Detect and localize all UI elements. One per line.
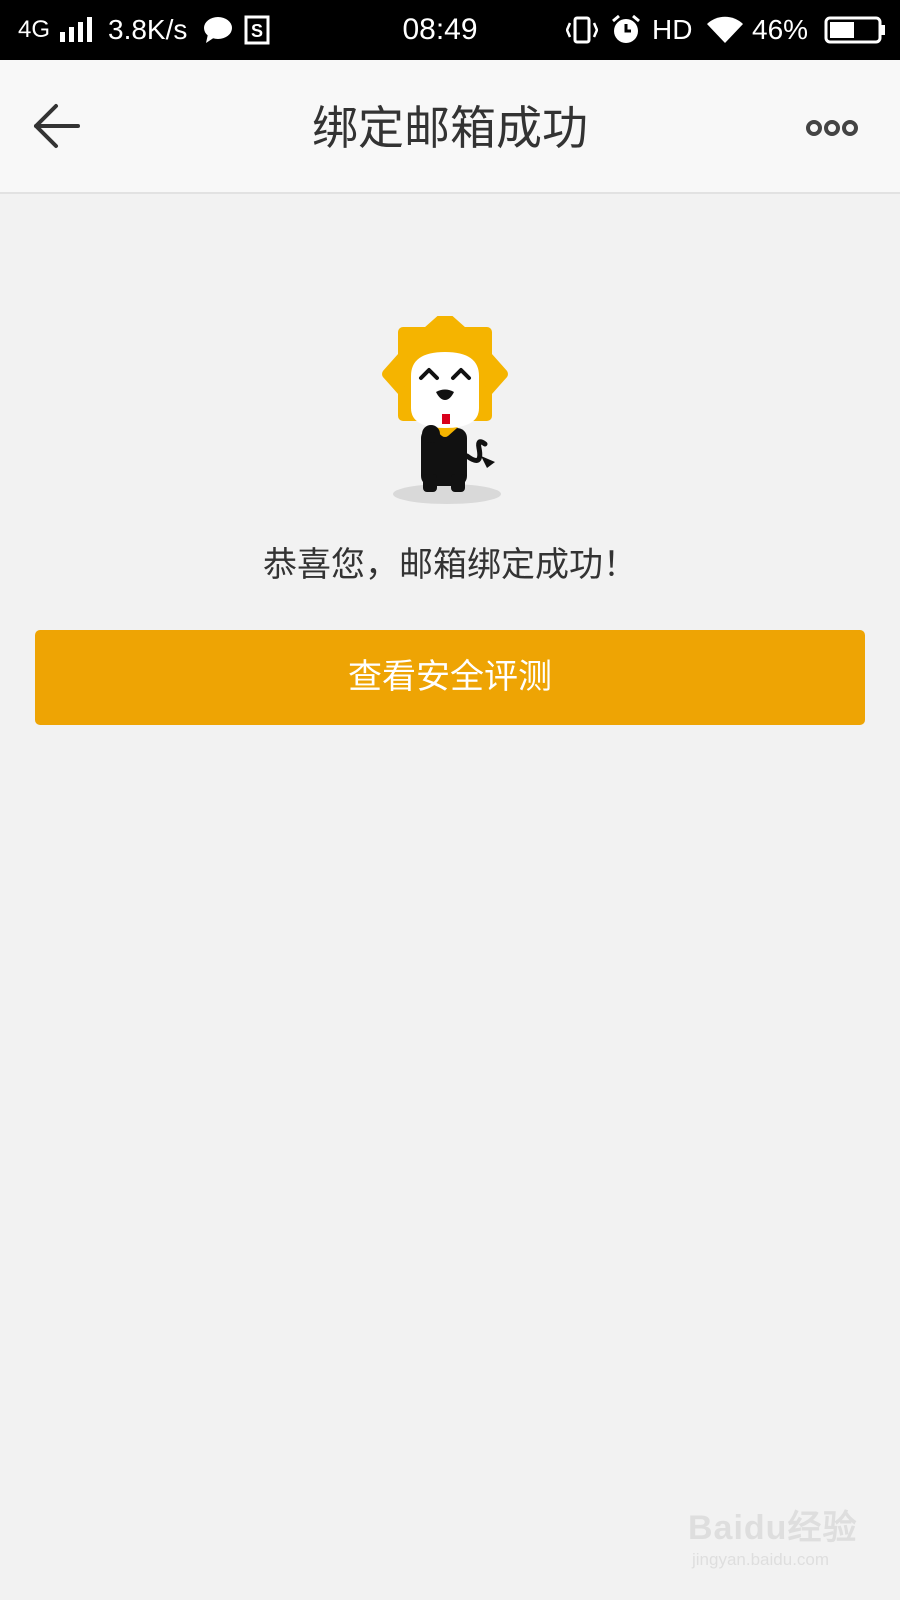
- page-title: 绑定邮箱成功: [312, 101, 588, 155]
- wifi-icon: [706, 0, 744, 60]
- more-icon: [806, 120, 858, 136]
- status-bar: 4G 3.8K/s S 08:49 HD 46%: [0, 0, 900, 60]
- view-security-assessment-button[interactable]: 查看安全评测: [35, 630, 865, 725]
- more-button[interactable]: [806, 114, 858, 142]
- nav-bar: 绑定邮箱成功: [0, 60, 900, 194]
- clock: 08:49: [402, 13, 478, 46]
- battery-icon: [824, 0, 886, 60]
- lion-mascot-image: [375, 311, 525, 506]
- vibrate-icon: [566, 0, 598, 60]
- success-message: 恭喜您，邮箱绑定成功！: [263, 545, 637, 585]
- baidu-jingyan-watermark: Baidu经验 jingyan.baidu.com: [688, 1500, 868, 1580]
- hd-indicator: HD: [652, 14, 693, 45]
- alarm-icon: [610, 0, 642, 60]
- back-arrow-icon: [34, 104, 80, 148]
- watermark-url: jingyan.baidu.com: [692, 1550, 830, 1569]
- watermark-brand: Baidu经验: [688, 1509, 858, 1547]
- battery-percent: 46%: [752, 14, 809, 45]
- back-button[interactable]: [26, 100, 86, 152]
